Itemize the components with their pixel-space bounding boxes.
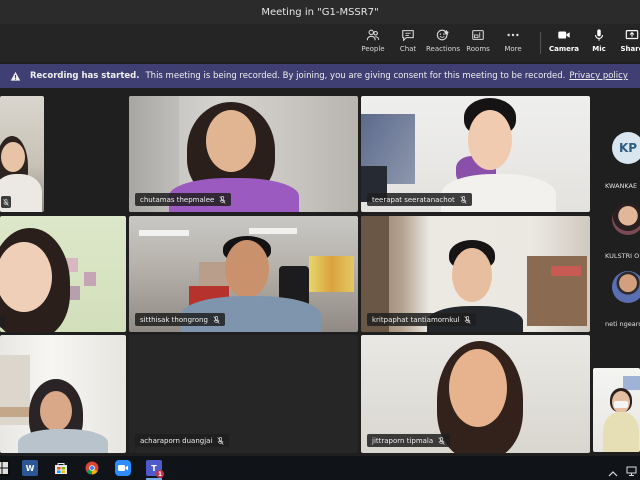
- microphone-icon: [594, 29, 604, 41]
- participant-nametag: kritpaphat tantiamornkul: [367, 313, 477, 326]
- meeting-toolbar: People Chat Reactions Rooms More Camera …: [0, 24, 640, 62]
- more-icon: [507, 33, 519, 37]
- people-icon: [366, 29, 380, 41]
- mic-muted-icon: [219, 195, 226, 204]
- video-tile-sitthisak[interactable]: sitthisak thongrong: [129, 216, 358, 332]
- rooms-icon: [472, 30, 484, 40]
- participant-nametag: jittraporn tipmala: [367, 434, 451, 447]
- self-view-video[interactable]: [593, 368, 640, 452]
- share-button[interactable]: Share: [614, 28, 640, 58]
- participant-nametag-partial: [1, 196, 11, 208]
- windows-taskbar: W T 1: [0, 456, 640, 480]
- camera-icon: [558, 31, 570, 39]
- video-tile-teerapat[interactable]: teerapat seeratanachot: [361, 96, 590, 212]
- teams-meeting-window: Meeting in "G1-MSSR7" People Chat Reacti…: [0, 0, 640, 480]
- participant-nametag: teerapat seeratanachot: [367, 193, 472, 206]
- video-tile-kritpaphat[interactable]: kritpaphat tantiamornkul: [361, 216, 590, 332]
- mic-muted-icon: [438, 436, 445, 445]
- mic-button[interactable]: Mic: [581, 28, 617, 58]
- rooms-button[interactable]: Rooms: [460, 28, 496, 58]
- more-button[interactable]: More: [495, 28, 531, 58]
- mic-muted-icon: [464, 315, 472, 324]
- participant-nametag: acharaporn duangjai: [135, 434, 230, 447]
- participant-nametag-partial-2: [0, 316, 6, 328]
- toolbar-separator: [540, 32, 541, 54]
- avatar[interactable]: [612, 203, 640, 235]
- mic-muted-icon: [213, 315, 220, 324]
- chevron-up-icon[interactable]: [608, 463, 618, 480]
- zoom-icon[interactable]: [115, 460, 131, 476]
- start-icon[interactable]: [0, 460, 10, 476]
- people-button[interactable]: People: [355, 28, 391, 58]
- title-bar: Meeting in "G1-MSSR7": [0, 0, 640, 24]
- video-tile-partial-2[interactable]: [0, 216, 126, 332]
- teams-icon[interactable]: T 1: [146, 460, 164, 478]
- banner-title: Recording has started.: [30, 71, 140, 81]
- participant-nametag: chutamas thepmalee: [135, 193, 232, 206]
- reactions-icon: [436, 29, 450, 41]
- video-tile-chutamas[interactable]: chutamas thepmalee: [129, 96, 358, 212]
- camera-button[interactable]: Camera: [546, 28, 582, 58]
- mic-muted-icon: [3, 198, 9, 206]
- banner-message: This meeting is being recorded. By joini…: [145, 71, 566, 81]
- mic-muted-icon: [460, 195, 467, 204]
- avatar[interactable]: [612, 271, 640, 303]
- roster-name: KWANKAE: [605, 182, 638, 190]
- privacy-policy-link[interactable]: Privacy policy: [569, 71, 628, 81]
- recording-banner: Recording has started. This meeting is b…: [0, 64, 640, 88]
- participant-nametag: sitthisak thongrong: [135, 313, 225, 326]
- avatar-initials[interactable]: KP: [612, 132, 640, 164]
- store-icon[interactable]: [53, 460, 69, 476]
- notification-badge: 1: [156, 470, 164, 478]
- word-icon[interactable]: W: [22, 460, 38, 476]
- window-title: Meeting in "G1-MSSR7": [261, 6, 379, 18]
- chat-button[interactable]: Chat: [390, 28, 426, 58]
- mic-muted-icon: [217, 436, 224, 445]
- roster-name: KULSTRI O: [605, 252, 640, 260]
- reactions-button[interactable]: Reactions: [425, 28, 461, 58]
- video-tile-partial-3[interactable]: [0, 335, 126, 453]
- video-tile-jittraporn[interactable]: jittraporn tipmala: [361, 335, 590, 453]
- roster-name: neti ngeard: [605, 320, 640, 328]
- video-tile-partial-1[interactable]: [0, 96, 44, 212]
- chrome-icon[interactable]: [84, 460, 100, 476]
- share-icon: [625, 30, 639, 40]
- warning-icon: [10, 71, 21, 81]
- chat-icon: [402, 30, 414, 42]
- video-tile-acharaporn[interactable]: acharaporn duangjai: [129, 335, 358, 453]
- network-icon[interactable]: [626, 462, 638, 480]
